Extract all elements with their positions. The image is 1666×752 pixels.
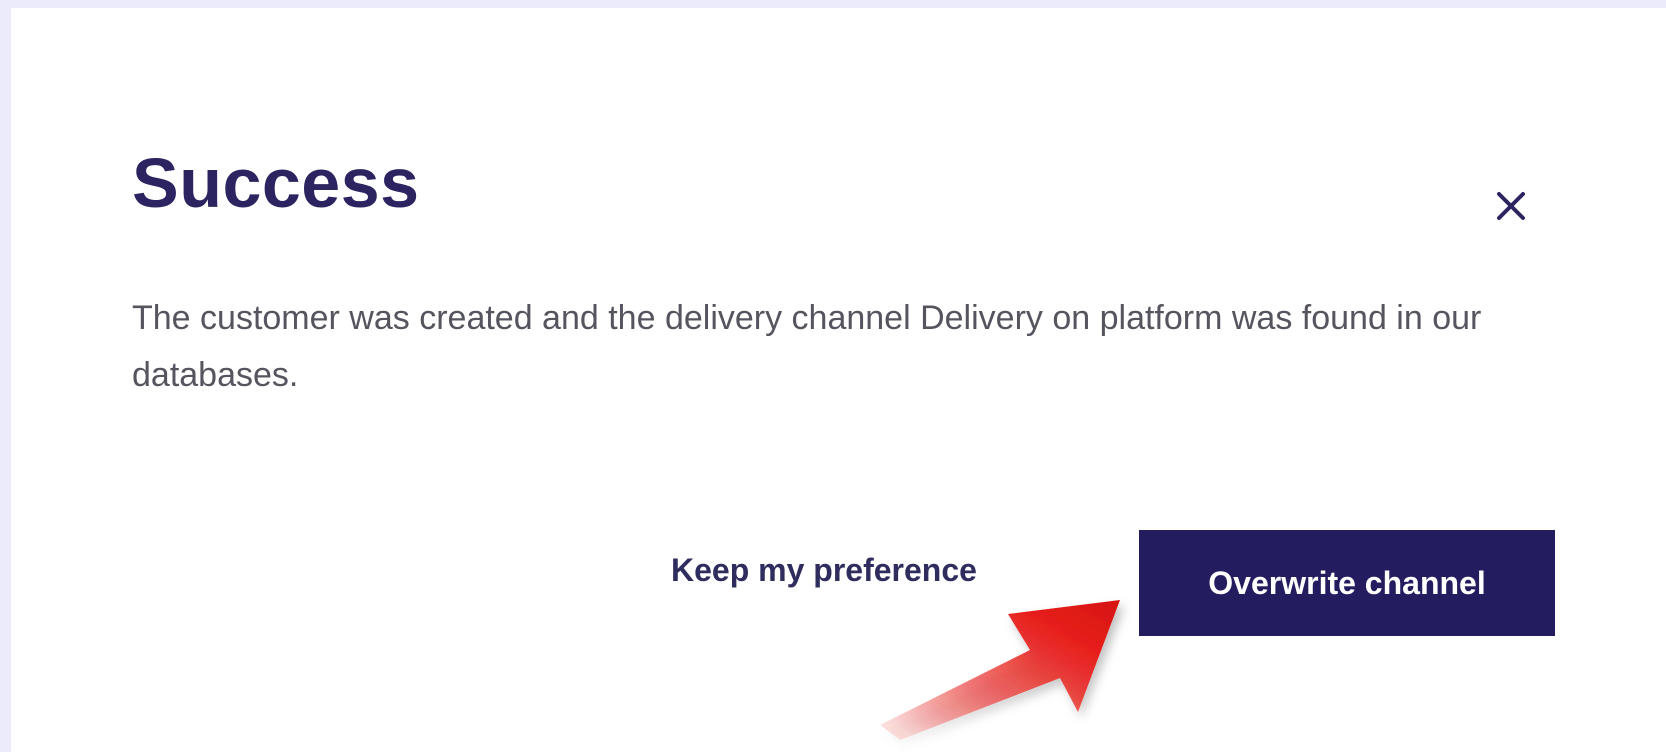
close-icon <box>1497 192 1525 220</box>
success-dialog: Success The customer was created and the… <box>11 8 1666 752</box>
keep-preference-button[interactable]: Keep my preference <box>671 540 977 600</box>
dialog-title: Success <box>132 144 420 222</box>
close-button[interactable] <box>1491 186 1531 226</box>
overwrite-channel-button[interactable]: Overwrite channel <box>1139 530 1555 636</box>
red-arrow-annotation-icon <box>880 600 1120 740</box>
dialog-message: The customer was created and the deliver… <box>132 299 1482 394</box>
